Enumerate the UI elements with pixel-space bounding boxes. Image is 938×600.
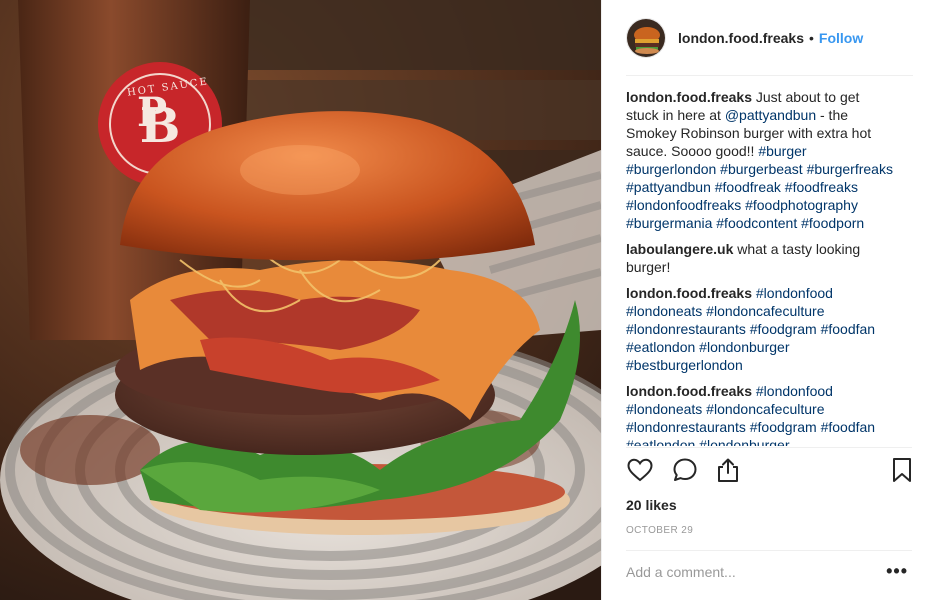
likes-count[interactable]: 20 likes — [626, 497, 677, 513]
bookmark-icon[interactable] — [888, 456, 916, 484]
post-author-username[interactable]: london.food.freaks — [678, 30, 804, 46]
share-icon[interactable] — [714, 456, 742, 484]
comment-item: london.food.freaks Just about to get stu… — [626, 88, 894, 232]
post-actions-bar — [626, 454, 916, 490]
post-header: london.food.freaks • Follow — [602, 0, 938, 76]
actions-divider — [626, 447, 912, 448]
avatar-burger-icon — [627, 19, 665, 57]
comment-bubble-icon[interactable] — [671, 456, 699, 484]
instagram-post: B P HOT SAUCE london.food.freaks • Follo… — [0, 0, 938, 600]
more-options-icon[interactable]: ••• — [886, 562, 908, 580]
comment-username[interactable]: london.food.freaks — [626, 383, 752, 399]
post-photo[interactable]: B P HOT SAUCE — [0, 0, 601, 600]
avatar[interactable] — [626, 18, 666, 58]
comments-list[interactable]: london.food.freaks Just about to get stu… — [626, 88, 894, 446]
add-comment-divider — [626, 550, 912, 551]
comment-item: london.food.freaks #londonfood #londonea… — [626, 382, 894, 446]
comment-item: laboulangere.uk what a tasty looking bur… — [626, 240, 894, 276]
comment-item: london.food.freaks #londonfood #londonea… — [626, 284, 894, 374]
post-side-panel: london.food.freaks • Follow london.food.… — [601, 0, 938, 600]
header-divider — [626, 75, 913, 76]
comment-username[interactable]: laboulangere.uk — [626, 241, 733, 257]
comment-username[interactable]: london.food.freaks — [626, 89, 752, 105]
comment-username[interactable]: london.food.freaks — [626, 285, 752, 301]
post-date[interactable]: OCTOBER 29 — [626, 525, 693, 536]
follow-button[interactable]: Follow — [819, 30, 863, 46]
add-comment-input[interactable] — [626, 562, 866, 582]
header-separator: • — [809, 30, 814, 46]
burger-photo-illustration: B P — [0, 0, 601, 600]
heart-icon[interactable] — [626, 456, 654, 484]
comment-mention-link[interactable]: @pattyandbun — [725, 107, 816, 123]
